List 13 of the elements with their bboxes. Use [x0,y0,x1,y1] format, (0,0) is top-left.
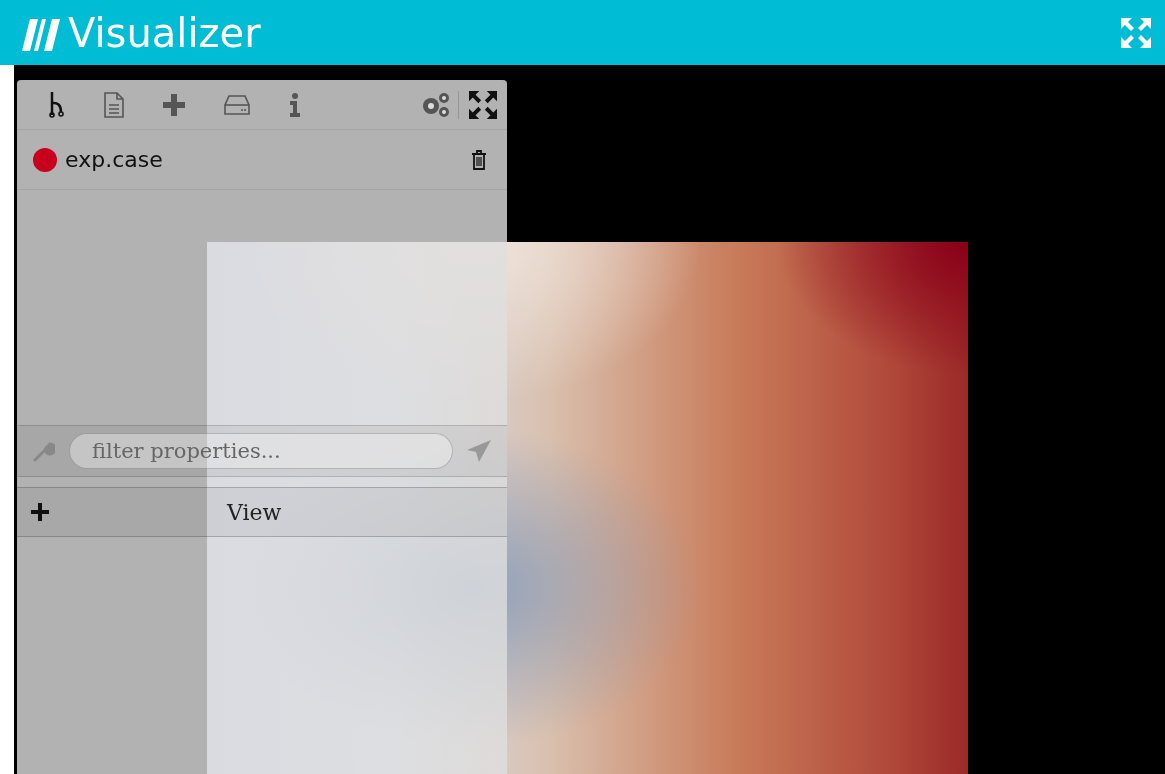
fullscreen-button[interactable] [469,90,497,119]
add-button[interactable] [163,93,185,116]
app-title: Visualizer [68,12,261,53]
info-button[interactable] [289,92,301,117]
wrench-icon [33,440,55,462]
pipeline-item[interactable]: exp.case [65,143,471,176]
plus-icon[interactable] [31,503,49,521]
trash-icon[interactable] [471,149,487,170]
settings-button[interactable] [420,90,452,119]
section-label: View [227,498,282,527]
document-button[interactable] [104,91,124,118]
pipeline-button[interactable] [49,91,65,118]
storage-button[interactable] [224,94,250,115]
